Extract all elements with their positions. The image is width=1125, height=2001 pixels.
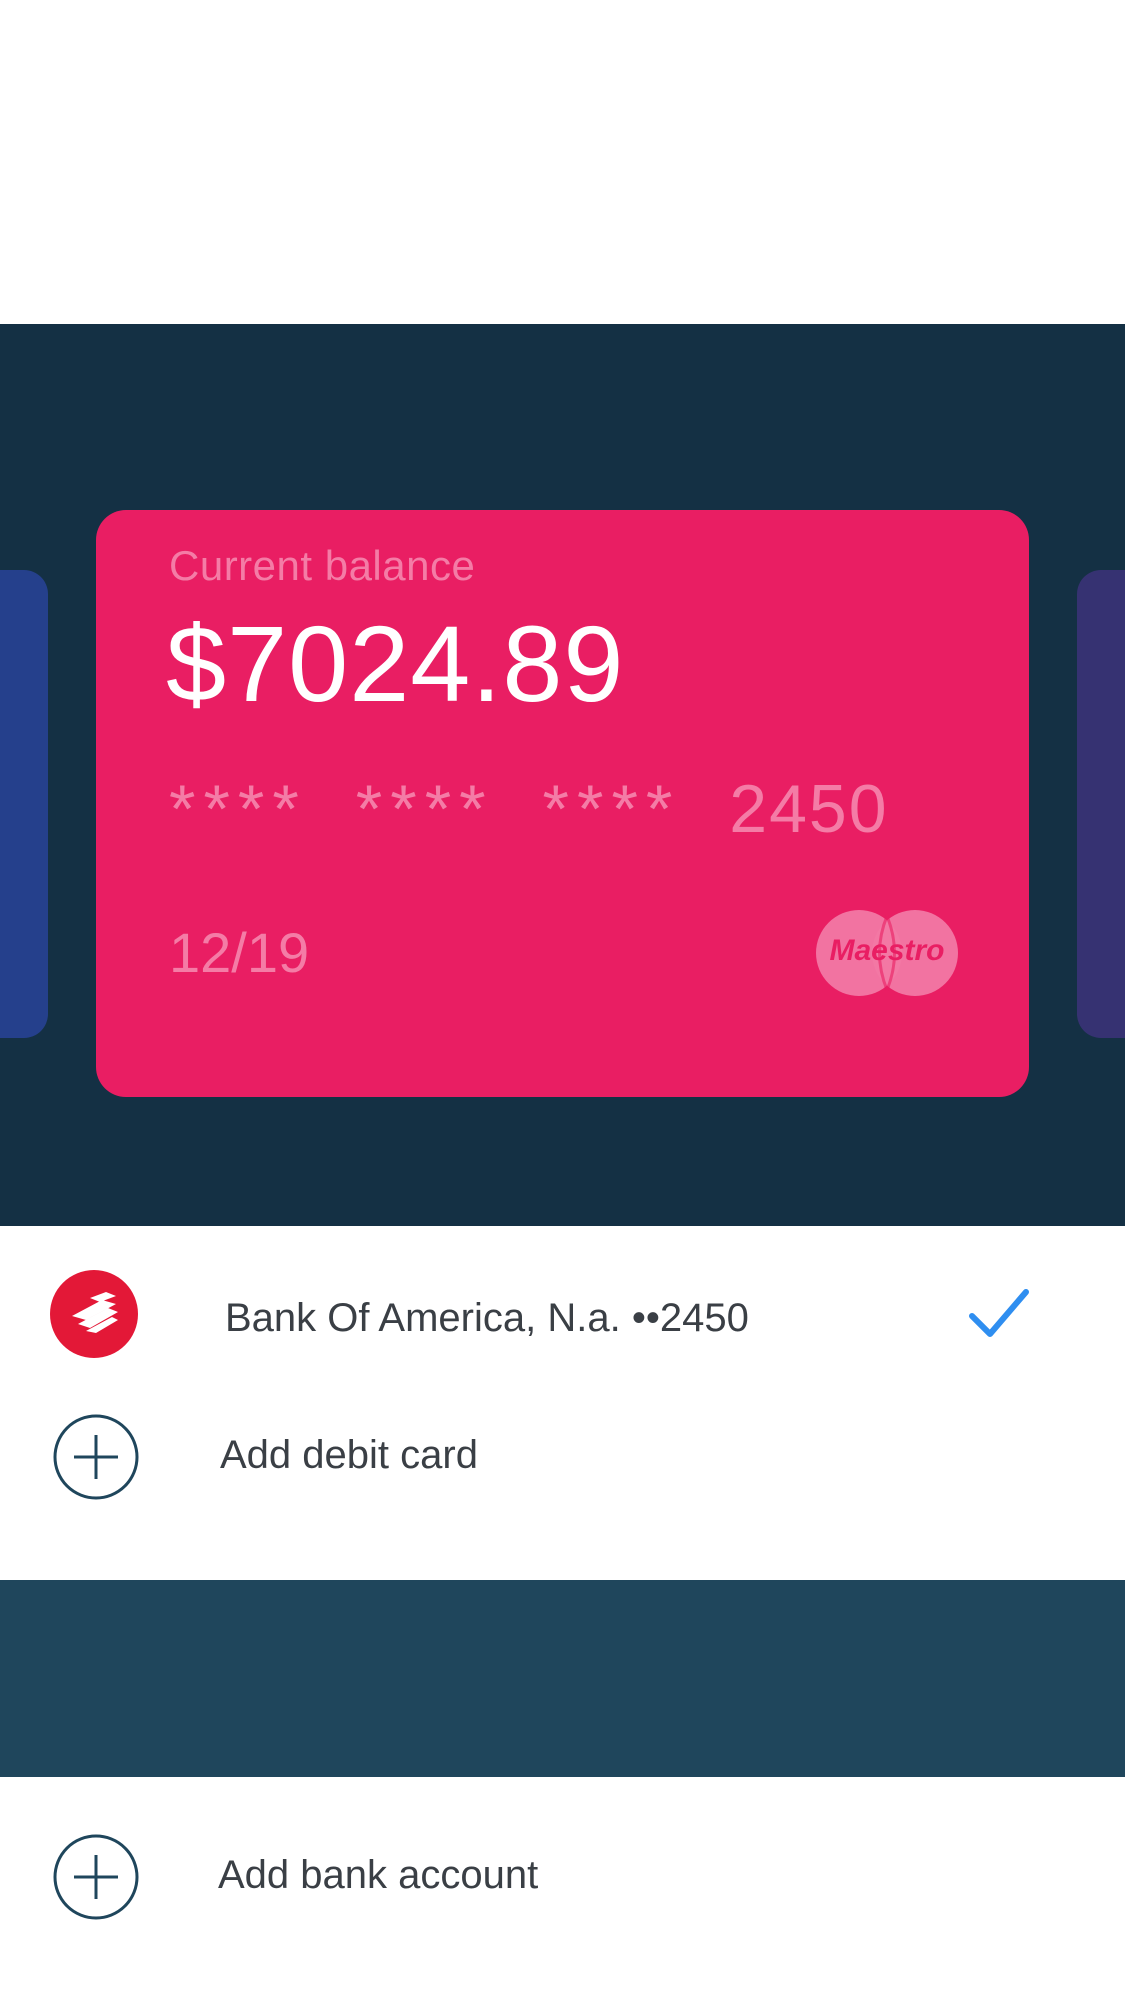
payment-methods-list: Bank Of America, N.a. ••2450 Add debit c…: [0, 1226, 1125, 1580]
card-expiry: 12/19: [169, 921, 310, 984]
bank-of-america-logo-icon: [50, 1270, 138, 1358]
add-debit-card-button[interactable]: Add debit card: [0, 1401, 1125, 1511]
bank-account-row[interactable]: Bank Of America, N.a. ••2450: [0, 1266, 1125, 1376]
card-number-group: ****: [169, 771, 307, 847]
bank-account-name: Bank Of America, N.a. ••2450: [225, 1296, 749, 1340]
checkmark-icon: [969, 1289, 1029, 1337]
balance-amount: $7024.89: [166, 603, 625, 724]
next-card[interactable]: [1077, 570, 1125, 1038]
top-spacer: [0, 0, 1125, 324]
maestro-logo-icon: Maestro: [816, 910, 958, 996]
add-circle-icon: [53, 1414, 139, 1500]
card-carousel[interactable]: Current balance $7024.89 **** **** **** …: [0, 324, 1125, 1226]
section-divider-band: [0, 1580, 1125, 1777]
add-bank-account-button[interactable]: Add bank account: [0, 1821, 1125, 1931]
previous-card[interactable]: [0, 570, 48, 1038]
maestro-wordmark: Maestro: [829, 934, 945, 967]
card-number-last-digits: 2450: [729, 771, 889, 847]
card-number: **** **** **** 2450: [169, 770, 889, 848]
card-number-group: ****: [542, 771, 681, 847]
add-circle-icon: [53, 1834, 139, 1920]
selected-card[interactable]: Current balance $7024.89 **** **** **** …: [96, 510, 1029, 1097]
card-number-group: ****: [355, 771, 494, 847]
bank-accounts-section: Add bank account: [0, 1777, 1125, 2001]
add-bank-account-label: Add bank account: [218, 1853, 539, 1897]
balance-label: Current balance: [169, 542, 476, 589]
add-debit-card-label: Add debit card: [220, 1433, 478, 1477]
